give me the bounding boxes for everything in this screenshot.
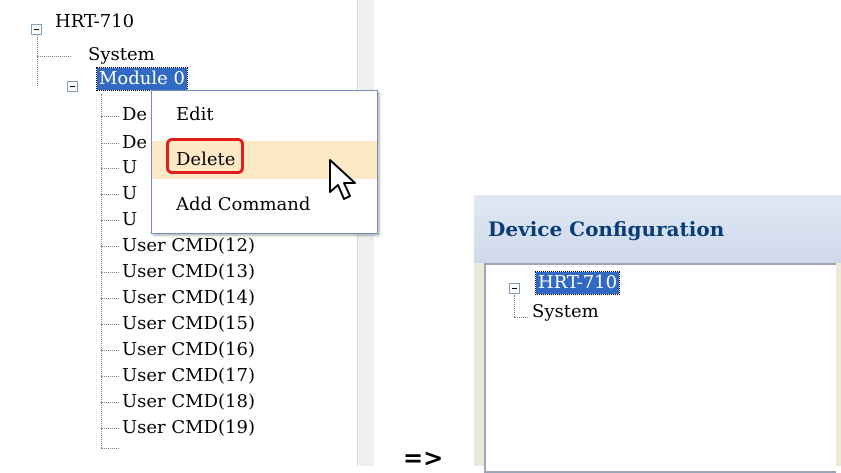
- tree-node-hrt710[interactable]: HRT-710: [534, 271, 621, 295]
- tree-node-user-cmd[interactable]: User CMD(19): [122, 417, 255, 439]
- tree-node-user-cmd[interactable]: User CMD(16): [122, 339, 255, 361]
- tree-node-user-cmd[interactable]: User CMD(14): [122, 287, 255, 309]
- tree-line: [37, 34, 38, 58]
- tree-node-user-cmd[interactable]: User CMD(12): [122, 235, 255, 257]
- tree-line: [101, 350, 119, 351]
- tree-line: [37, 56, 38, 86]
- tree-line: [101, 324, 119, 325]
- window-title: Device Configuration: [488, 217, 725, 241]
- tree-node-partial[interactable]: De: [122, 104, 147, 126]
- collapse-toggle-root[interactable]: [31, 24, 42, 35]
- tree-line: [101, 402, 119, 403]
- tree-line: [101, 116, 119, 117]
- tree-node-partial[interactable]: U: [122, 183, 137, 205]
- tree-line: [101, 168, 119, 169]
- mouse-cursor-icon: [329, 159, 356, 200]
- delete-highlight-box: [166, 138, 244, 174]
- tree-node-user-cmd[interactable]: User CMD(17): [122, 365, 255, 387]
- tree-node-user-cmd[interactable]: User CMD(18): [122, 391, 255, 413]
- menu-item-label: Edit: [176, 104, 214, 125]
- tree-node-system[interactable]: System: [532, 301, 599, 323]
- tree-line: [101, 246, 119, 247]
- tree-node-user-cmd[interactable]: User CMD(13): [122, 261, 255, 283]
- tree-line: [514, 317, 528, 318]
- window-title-bar: Device Configuration: [474, 195, 841, 263]
- device-tree: HRT-710 System: [484, 263, 836, 473]
- menu-item-label: Add Command: [176, 194, 311, 215]
- collapse-toggle-root[interactable]: [509, 283, 520, 294]
- tree-line: [101, 272, 119, 273]
- device-configuration-window: Device Configuration HRT-710 System: [474, 195, 841, 473]
- tree-line: [101, 448, 119, 449]
- tree-node-partial[interactable]: De: [122, 132, 147, 154]
- tree-line: [101, 428, 119, 429]
- tree-node-partial[interactable]: U: [122, 209, 137, 231]
- tree-line: [101, 298, 119, 299]
- tree-node-system[interactable]: System: [88, 44, 155, 66]
- tree-node-user-cmd[interactable]: User CMD(15): [122, 313, 255, 335]
- tree-line: [101, 194, 119, 195]
- tree-line: [101, 220, 119, 221]
- tree-node-module-0[interactable]: Module 0: [96, 67, 188, 91]
- tree-line: [101, 143, 119, 144]
- tree-node-partial[interactable]: U: [122, 157, 137, 179]
- tree-line: [101, 376, 119, 377]
- tree-line: [101, 94, 102, 448]
- tree-node-hrt710[interactable]: HRT-710: [55, 11, 134, 33]
- menu-item-edit[interactable]: Edit: [152, 99, 377, 131]
- arrow-text: =>: [403, 444, 444, 472]
- tree-line: [514, 295, 515, 317]
- tree-line: [37, 56, 71, 57]
- collapse-toggle-module[interactable]: [67, 81, 78, 92]
